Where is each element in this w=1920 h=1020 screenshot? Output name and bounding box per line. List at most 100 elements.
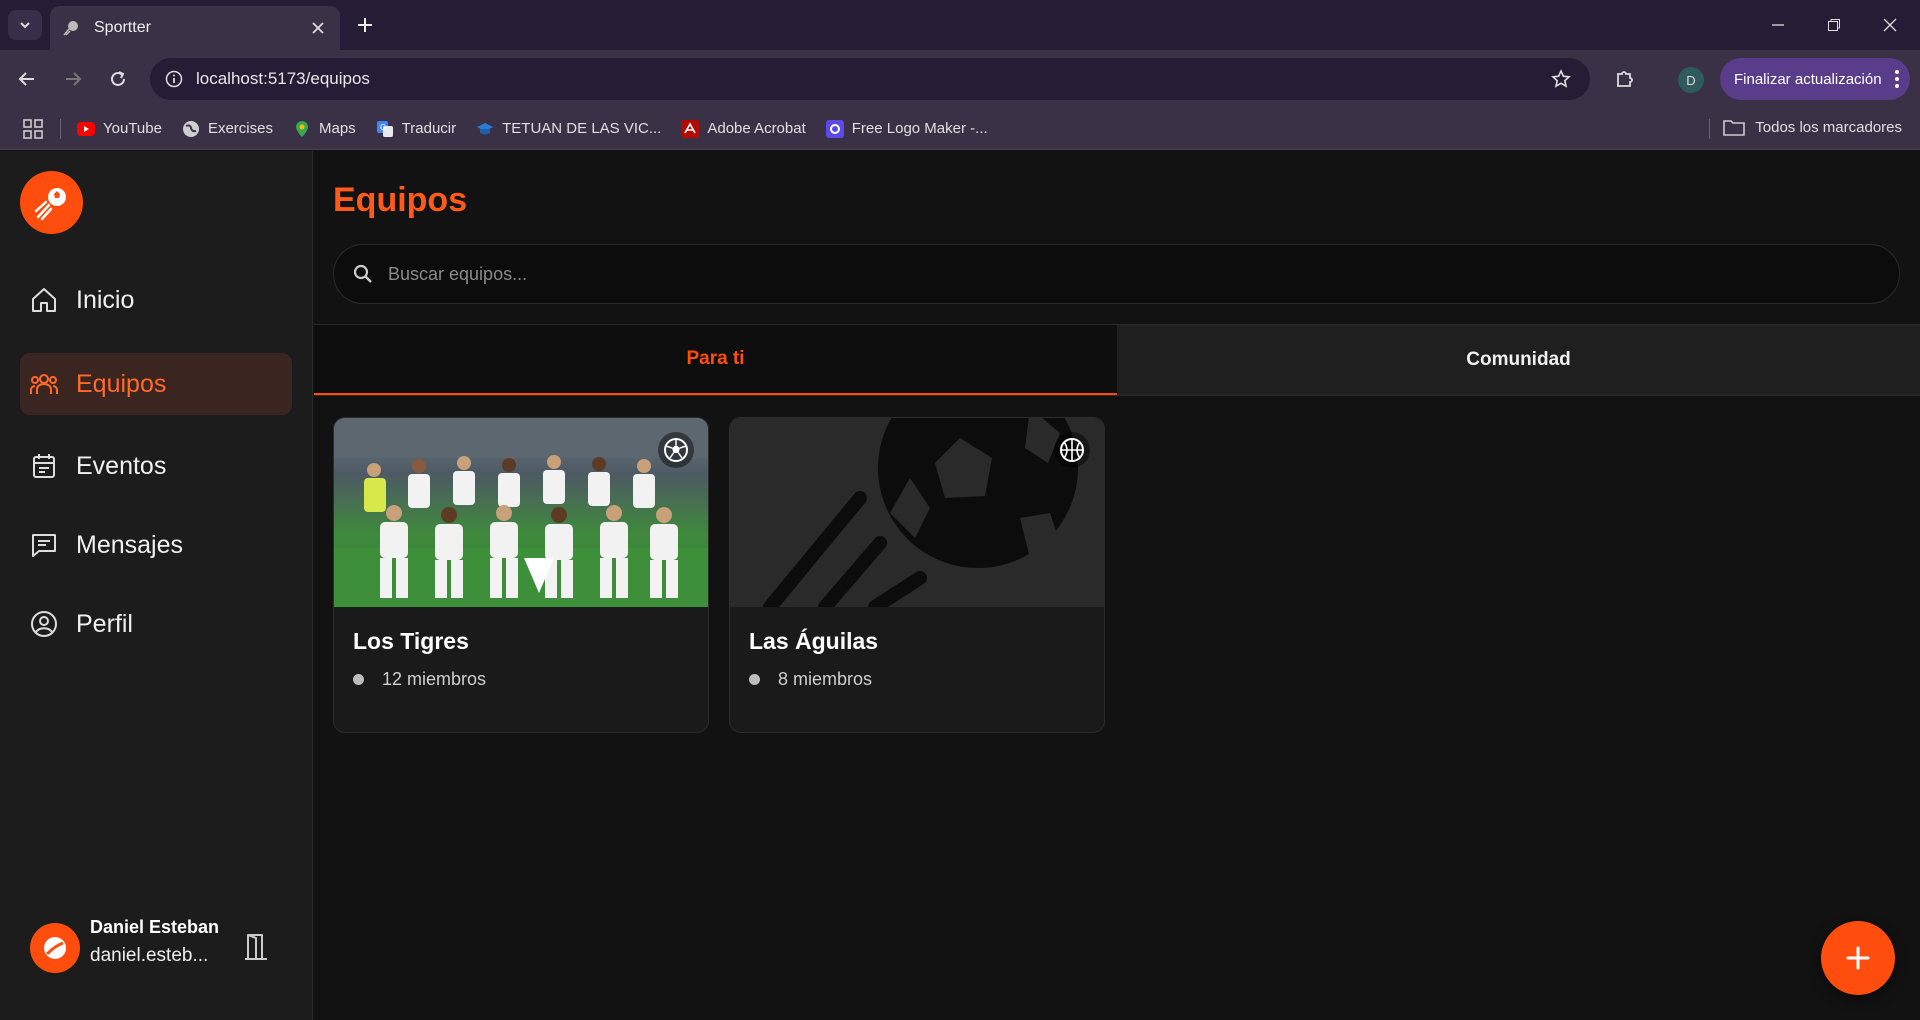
bookmark-label: Maps <box>318 120 356 137</box>
team-name: Las Águilas <box>749 628 879 654</box>
browser-tab-bar: Sportter <box>0 0 1920 50</box>
minimize-window-button[interactable] <box>1758 10 1798 40</box>
user-name: Daniel Esteban <box>90 917 220 937</box>
teams-tabs: Para ti Comunidad <box>314 324 1920 396</box>
restore-window-button[interactable] <box>1814 10 1854 40</box>
bookmark-traducir[interactable]: G Traducir <box>376 120 456 138</box>
team-card-los-tigres[interactable]: Los Tigres 12 miembros <box>333 417 709 733</box>
bookmark-tetuan[interactable]: TETUAN DE LAS VIC... <box>476 120 661 138</box>
bookmark-label: Free Logo Maker -... <box>851 120 988 137</box>
maps-icon <box>293 120 311 138</box>
browser-tab-sportter[interactable]: Sportter <box>50 6 340 50</box>
close-icon <box>1883 18 1897 32</box>
url-text[interactable]: localhost:5173/equipos <box>196 69 1548 89</box>
puzzle-icon <box>1617 71 1633 87</box>
address-bar[interactable]: localhost:5173/equipos <box>150 58 1590 100</box>
search-icon <box>352 263 374 285</box>
bookmarks-separator <box>60 118 61 139</box>
bookmark-free-logo-maker[interactable]: Free Logo Maker -... <box>825 119 988 138</box>
plus-icon <box>1846 946 1870 970</box>
sidebar-item-equipos[interactable]: Equipos <box>20 353 292 415</box>
bookmark-label: Exercises <box>207 120 273 137</box>
sportter-favicon-icon <box>62 19 80 37</box>
add-team-button[interactable] <box>1821 921 1895 995</box>
flying-ball-icon <box>34 187 66 220</box>
home-icon <box>28 284 60 316</box>
arrow-right-icon <box>66 72 82 86</box>
bookmark-star-icon[interactable] <box>1548 66 1574 92</box>
soccer-icon <box>658 432 694 468</box>
calendar-icon <box>28 450 60 482</box>
all-bookmarks-label: Todos los marcadores <box>1755 118 1902 136</box>
flying-ball-placeholder-icon <box>763 418 1078 607</box>
messages-icon <box>28 529 60 561</box>
minimize-icon <box>1772 24 1784 26</box>
arrow-left-icon <box>18 72 34 86</box>
translate-icon: G <box>376 120 394 138</box>
user-avatar-icon <box>44 937 66 959</box>
bookmark-youtube[interactable]: YouTube <box>77 120 162 138</box>
teams-icon <box>28 368 60 400</box>
app-logo[interactable] <box>20 171 83 234</box>
update-browser-button[interactable]: Finalizar actualización <box>1720 58 1910 100</box>
logout-door-icon <box>245 934 267 960</box>
team-photo-illustration <box>334 418 708 607</box>
user-panel: Daniel Esteban daniel.esteb... <box>30 917 290 977</box>
sidebar-item-inicio[interactable]: Inicio <box>20 269 292 331</box>
all-bookmarks-button[interactable]: Todos los marcadores <box>1723 118 1902 136</box>
sidebar-item-label: Eventos <box>76 451 167 480</box>
team-photo <box>730 418 1104 607</box>
sidebar: Inicio Equipos Eventos Mensajes Perfil D… <box>0 151 313 1020</box>
plus-icon <box>358 18 372 32</box>
search-input[interactable] <box>388 263 1899 285</box>
new-tab-button[interactable] <box>352 12 378 38</box>
team-members: 12 miembros <box>353 669 486 690</box>
bookmark-adobe-acrobat[interactable]: Adobe Acrobat <box>681 119 806 138</box>
folder-icon <box>1723 118 1746 136</box>
close-tab-icon[interactable] <box>308 18 328 38</box>
search-bar[interactable] <box>333 244 1900 304</box>
tab-para-ti[interactable]: Para ti <box>314 325 1117 395</box>
tab-comunidad[interactable]: Comunidad <box>1117 325 1920 395</box>
team-members: 8 miembros <box>749 669 872 690</box>
team-name: Los Tigres <box>353 628 469 654</box>
main-content: Equipos Para ti Comunidad <box>314 151 1920 1020</box>
status-dot <box>353 674 364 685</box>
reload-button[interactable] <box>103 64 133 94</box>
bookmark-maps[interactable]: Maps <box>293 120 356 138</box>
logout-button[interactable] <box>240 931 272 963</box>
basketball-icon <box>1054 432 1090 468</box>
extensions-button[interactable] <box>1610 64 1640 94</box>
team-card-las-aguilas[interactable]: Las Águilas 8 miembros <box>729 417 1105 733</box>
site-info-icon[interactable] <box>164 69 184 89</box>
reload-icon <box>111 71 125 86</box>
forward-button[interactable] <box>58 64 88 94</box>
team-photo <box>334 418 708 607</box>
sidebar-item-mensajes[interactable]: Mensajes <box>20 514 292 576</box>
back-button[interactable] <box>12 64 42 94</box>
browser-profile-avatar[interactable]: D <box>1678 67 1704 93</box>
chevron-down-icon <box>20 22 30 29</box>
more-vert-icon[interactable] <box>1894 69 1900 93</box>
bookmark-label: Adobe Acrobat <box>707 120 806 137</box>
logo-maker-icon <box>825 119 844 138</box>
bookmarks-bar: YouTube Exercises Maps G Traducir TETUAN… <box>0 108 1920 150</box>
avatar[interactable] <box>30 923 80 973</box>
bookmark-label: Traducir <box>401 120 457 137</box>
school-icon <box>476 120 494 138</box>
restore-icon <box>1828 19 1840 31</box>
browser-toolbar: localhost:5173/equipos D Finalizar actua… <box>0 50 1920 108</box>
sidebar-item-eventos[interactable]: Eventos <box>20 435 292 497</box>
tab-search-button[interactable] <box>8 10 42 40</box>
teams-grid: Los Tigres 12 miembros Las Águilas 8 mie… <box>333 417 1125 733</box>
globe-icon <box>182 120 200 138</box>
bookmark-exercises[interactable]: Exercises <box>182 120 273 138</box>
bookmark-label: TETUAN DE LAS VIC... <box>502 120 662 137</box>
sidebar-item-perfil[interactable]: Perfil <box>20 593 292 655</box>
close-window-button[interactable] <box>1870 10 1910 40</box>
sidebar-item-label: Inicio <box>76 285 135 314</box>
sidebar-item-label: Equipos <box>76 369 167 398</box>
profile-icon <box>28 608 60 640</box>
status-dot <box>749 674 760 685</box>
apps-grid-icon[interactable] <box>22 118 44 140</box>
